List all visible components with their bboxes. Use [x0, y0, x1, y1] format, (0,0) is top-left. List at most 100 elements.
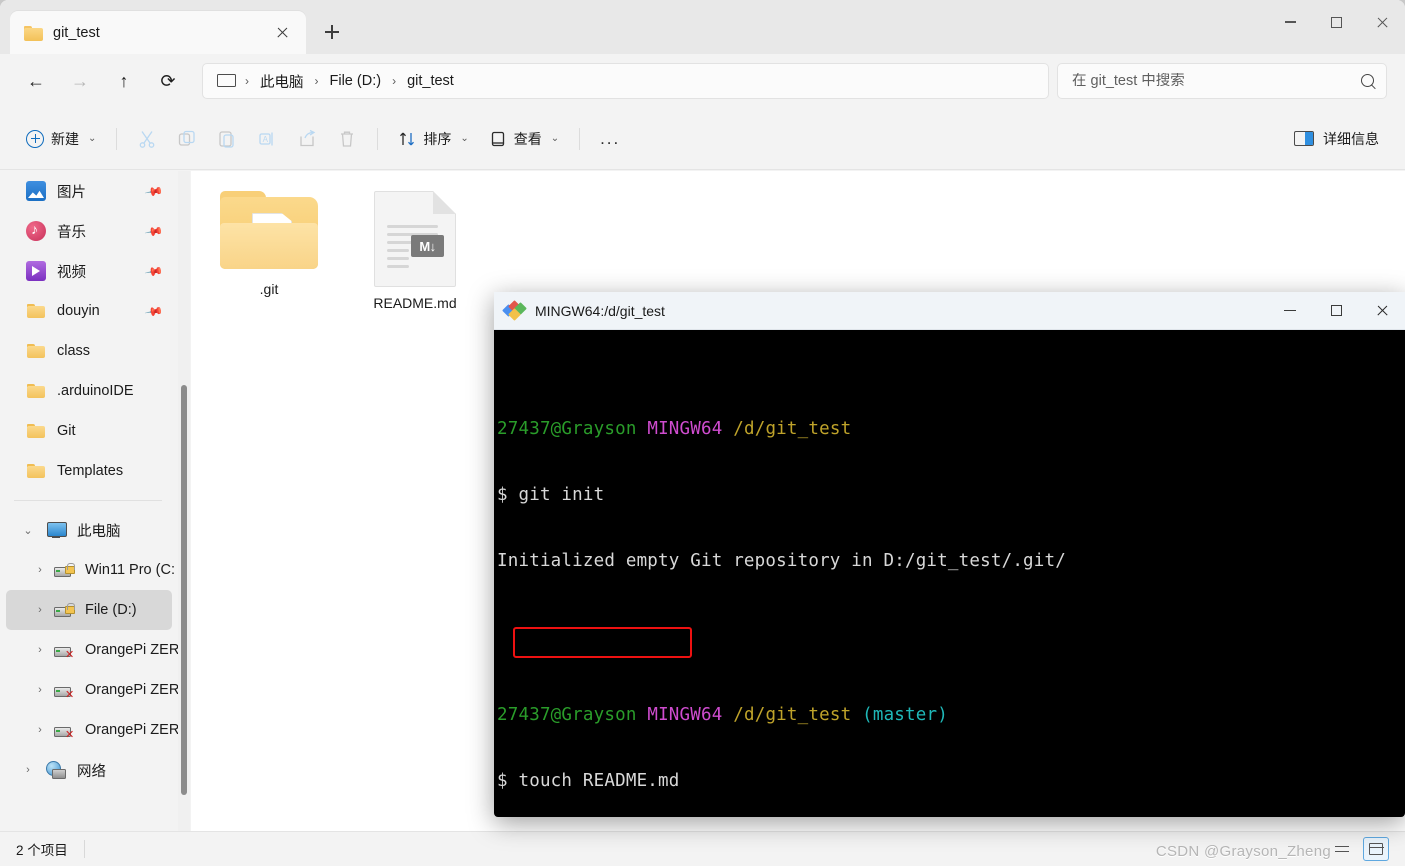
more-options-icon[interactable]: ...	[590, 122, 630, 156]
sidebar-item-douyin[interactable]: douyin 📌	[6, 291, 172, 331]
item-count: 2 个项目	[16, 843, 68, 858]
sidebar-item-orangepi-3[interactable]: › ✕ OrangePi ZER	[6, 710, 178, 750]
prompt-branch: (master)	[862, 705, 948, 725]
file-name: .git	[259, 281, 279, 297]
rename-icon[interactable]: A	[247, 122, 287, 156]
status-bar: 2 个项目 CSDN @Grayson_Zheng	[0, 831, 1405, 866]
sidebar-item-templates[interactable]: Templates	[6, 451, 172, 491]
sidebar-item-class[interactable]: class	[6, 331, 172, 371]
view-button[interactable]: 查看 ⌄	[479, 122, 569, 156]
search-box[interactable]	[1057, 63, 1387, 99]
plus-icon	[26, 129, 44, 148]
drive-locked-icon	[54, 600, 75, 620]
breadcrumb[interactable]: › 此电脑 › File (D:) › git_test	[202, 63, 1049, 99]
chevron-right-icon[interactable]: ›	[32, 644, 48, 656]
pin-icon[interactable]: 📌	[144, 301, 164, 321]
pin-icon[interactable]: 📌	[144, 181, 164, 201]
share-icon[interactable]	[287, 122, 327, 156]
refresh-button[interactable]: ⟳	[148, 63, 188, 99]
prompt-host: MINGW64	[647, 419, 723, 439]
new-button[interactable]: 新建 ⌄	[18, 122, 106, 156]
terminal-command-line: $ git init	[497, 485, 605, 505]
chevron-right-icon[interactable]: ›	[32, 684, 48, 696]
sidebar-item-videos[interactable]: 视频 📌	[6, 251, 172, 291]
prompt-path: /d/git_test	[733, 705, 852, 725]
breadcrumb-separator: ›	[245, 74, 249, 88]
drive-locked-icon	[54, 560, 75, 580]
terminal-title: MINGW64:/d/git_test	[535, 302, 665, 319]
close-tab-icon[interactable]	[268, 19, 296, 47]
drive-offline-icon: ✕	[54, 640, 74, 661]
navigation-pane[interactable]: 图片 📌 音乐 📌 视频 📌 douyin 📌 class	[0, 171, 178, 831]
terminal-output-line: Initialized empty Git repository in D:/g…	[497, 551, 1067, 571]
breadcrumb-item-file-d[interactable]: File (D:)	[324, 70, 388, 92]
pin-icon[interactable]: 📌	[144, 221, 164, 241]
delete-icon[interactable]	[327, 122, 367, 156]
chevron-right-icon[interactable]: ›	[32, 564, 48, 576]
file-item-readme[interactable]: M↓ README.md	[353, 183, 477, 311]
terminal-maximize-button[interactable]	[1313, 292, 1359, 330]
back-button[interactable]: ←	[16, 63, 56, 99]
details-pane-icon	[1294, 131, 1314, 146]
tab-strip: git_test	[0, 0, 1405, 54]
markdown-badge: M↓	[411, 235, 444, 257]
maximize-button[interactable]	[1313, 0, 1359, 44]
terminal-prompt-line: 27437@Grayson MINGW64 /d/git_test	[497, 418, 1405, 440]
paste-icon[interactable]	[207, 122, 247, 156]
new-tab-icon[interactable]	[318, 18, 346, 46]
chevron-right-icon[interactable]: ›	[32, 724, 48, 736]
folder-icon	[26, 421, 46, 441]
prompt-path: /d/git_test	[733, 419, 852, 439]
minimize-button[interactable]	[1267, 0, 1313, 44]
chevron-right-icon[interactable]: ›	[20, 764, 36, 776]
sidebar-item-git[interactable]: Git	[6, 411, 172, 451]
sidebar-item-drive-d[interactable]: › File (D:)	[6, 590, 172, 630]
search-icon[interactable]	[1361, 73, 1376, 89]
details-pane-button[interactable]: 详细信息	[1286, 122, 1387, 156]
tab-git_test[interactable]: git_test	[10, 11, 306, 54]
sort-button[interactable]: 排序 ⌄	[388, 122, 478, 156]
folder-icon	[218, 191, 320, 273]
chevron-right-icon[interactable]: ›	[32, 604, 48, 616]
folder-icon	[26, 341, 46, 361]
pictures-icon	[26, 181, 46, 201]
sidebar-item-label: Win11 Pro (C:	[85, 562, 175, 578]
breadcrumb-separator: ›	[392, 74, 397, 88]
cut-icon[interactable]	[127, 122, 167, 156]
sidebar-scrollbar-thumb[interactable]	[181, 385, 187, 795]
chevron-down-icon[interactable]: ⌄	[20, 524, 36, 537]
divider	[377, 127, 379, 150]
breadcrumb-item-this-pc[interactable]: 此电脑	[254, 68, 310, 95]
sidebar-item-arduinoide[interactable]: .arduinoIDE	[6, 371, 172, 411]
sidebar-item-network[interactable]: › 网络	[6, 750, 172, 790]
close-button[interactable]	[1359, 0, 1405, 44]
copy-icon[interactable]	[167, 122, 207, 156]
breadcrumb-item-git_test[interactable]: git_test	[401, 70, 460, 92]
mingw64-terminal-window[interactable]: MINGW64:/d/git_test 27437@Grayson MINGW6…	[494, 292, 1405, 817]
sidebar-item-this-pc[interactable]: ⌄ 此电脑	[6, 510, 172, 550]
sidebar-item-orangepi-2[interactable]: › ✕ OrangePi ZER	[6, 670, 178, 710]
terminal-title-bar[interactable]: MINGW64:/d/git_test	[494, 292, 1405, 330]
file-item-git[interactable]: .git	[207, 183, 331, 311]
terminal-output[interactable]: 27437@Grayson MINGW64 /d/git_test $ git …	[494, 330, 1405, 817]
sidebar-item-drive-c[interactable]: › Win11 Pro (C:	[6, 550, 175, 590]
this-pc-icon	[46, 520, 67, 540]
sidebar-item-label: OrangePi ZER	[85, 682, 178, 698]
sidebar-item-label: Git	[57, 423, 76, 439]
details-view-toggle[interactable]	[1363, 837, 1389, 861]
sidebar-item-label: OrangePi ZER	[85, 642, 178, 658]
sidebar-item-music[interactable]: 音乐 📌	[6, 211, 172, 251]
pin-icon[interactable]: 📌	[144, 261, 164, 281]
details-label: 详细信息	[1323, 130, 1379, 147]
list-view-toggle[interactable]	[1329, 837, 1355, 861]
forward-button[interactable]: →	[60, 63, 100, 99]
sidebar-item-orangepi-1[interactable]: › ✕ OrangePi ZER	[6, 630, 178, 670]
markdown-file-icon: M↓	[374, 191, 456, 287]
sidebar-item-pictures[interactable]: 图片 📌	[6, 171, 172, 211]
sidebar-item-label: 音乐	[57, 224, 86, 241]
search-input[interactable]	[1072, 73, 1361, 89]
up-button[interactable]: ↑	[104, 63, 144, 99]
terminal-minimize-button[interactable]	[1267, 292, 1313, 330]
terminal-close-button[interactable]	[1359, 292, 1405, 330]
